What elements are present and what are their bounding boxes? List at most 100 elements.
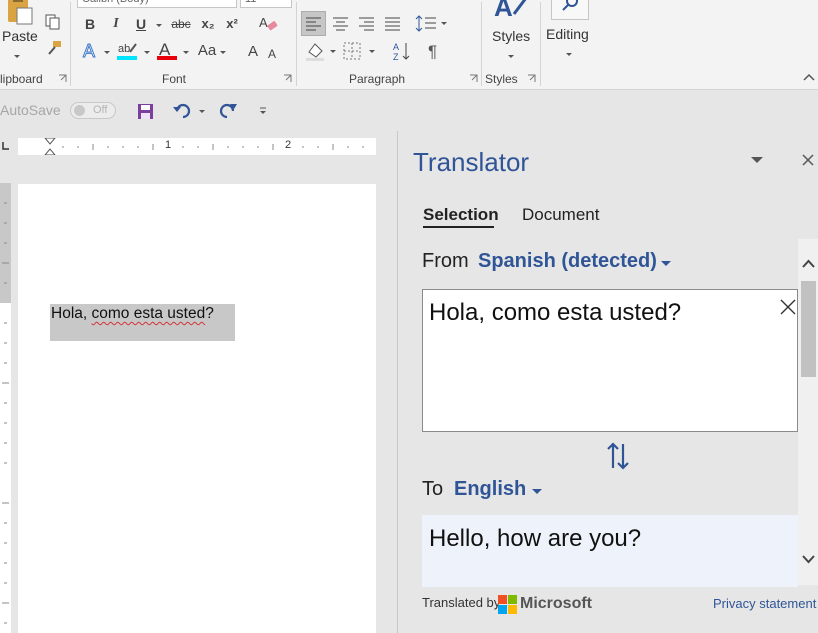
tab-document[interactable]: Document <box>522 205 599 225</box>
autosave-state: Off <box>93 104 108 116</box>
translated-by-label: Translated by <box>422 595 501 610</box>
selected-text-part-3: ? <box>205 305 214 322</box>
strikethrough-button[interactable]: abc <box>168 15 194 33</box>
find-icon[interactable] <box>551 0 589 20</box>
swap-languages-icon[interactable] <box>605 441 631 471</box>
text-effects-icon[interactable]: A <box>82 41 100 61</box>
justify-icon[interactable] <box>381 12 404 35</box>
font-size-box[interactable]: 11 <box>240 0 292 8</box>
paragraph-launcher-icon[interactable] <box>469 74 478 83</box>
scroll-down-icon[interactable] <box>801 554 816 564</box>
from-label: From <box>422 250 469 272</box>
align-center-icon[interactable] <box>329 12 352 35</box>
horizontal-ruler[interactable]: 1 2 <box>18 138 376 155</box>
tab-selection[interactable]: Selection <box>423 205 499 225</box>
microsoft-logo-icon <box>498 595 517 614</box>
collapse-ribbon-icon[interactable] <box>802 72 816 82</box>
document-area: 1 2 Hola, como esta usted? <box>0 131 397 633</box>
styles-launcher-icon[interactable] <box>527 74 536 83</box>
borders-icon[interactable] <box>342 41 364 61</box>
document-page[interactable]: Hola, como esta usted? <box>18 184 376 633</box>
pane-scrollbar[interactable] <box>798 239 818 585</box>
vertical-ruler[interactable] <box>0 183 11 633</box>
paste-button-label[interactable]: Paste <box>2 28 38 44</box>
scroll-thumb[interactable] <box>801 281 816 377</box>
clear-formatting-icon[interactable]: A <box>258 14 280 34</box>
to-language-dropdown[interactable]: English <box>454 478 526 501</box>
show-formatting-marks-icon[interactable]: ¶ <box>427 41 443 61</box>
font-launcher-icon[interactable] <box>283 74 292 83</box>
editing-button-label[interactable]: Editing <box>546 26 589 42</box>
clipboard-launcher-icon[interactable] <box>58 74 67 83</box>
selected-document-text[interactable]: Hola, como esta usted? <box>50 304 235 341</box>
redo-icon[interactable] <box>218 102 238 120</box>
sort-icon[interactable]: AZ <box>391 40 413 62</box>
highlight-color-icon[interactable]: ab <box>116 40 140 62</box>
styles-button-label[interactable]: Styles <box>492 28 530 44</box>
underline-dropdown-arrow[interactable] <box>156 24 162 27</box>
translated-text-box[interactable]: Hello, how are you? <box>422 515 798 587</box>
grow-font-button[interactable]: A <box>246 43 260 61</box>
autosave-toggle-knob <box>74 105 85 116</box>
svg-text:A: A <box>83 41 95 61</box>
source-text-box[interactable]: Hola, como esta usted? <box>422 289 798 432</box>
ribbon: Paste lipboard Calibri (Body) 11 B I U a… <box>0 0 818 90</box>
styles-icon[interactable]: A <box>494 0 530 24</box>
quick-access-toolbar: AutoSave Off <box>0 91 818 131</box>
shading-dropdown-arrow[interactable] <box>330 50 336 53</box>
line-spacing-icon[interactable] <box>414 12 440 35</box>
font-color-icon[interactable]: A <box>156 40 178 62</box>
from-language-dropdown[interactable]: Spanish (detected) <box>478 250 657 273</box>
microsoft-wordmark: Microsoft <box>520 595 592 612</box>
bullets-icon[interactable] <box>302 0 362 4</box>
subscript-button[interactable]: x₂ <box>198 15 218 33</box>
line-spacing-dropdown-arrow[interactable] <box>441 22 447 25</box>
clear-source-icon[interactable] <box>780 299 796 315</box>
scroll-up-icon[interactable] <box>801 259 816 269</box>
bold-button[interactable]: B <box>82 15 98 33</box>
font-color-dropdown-arrow[interactable] <box>183 51 189 54</box>
superscript-button[interactable]: x² <box>222 15 242 33</box>
customize-qat-icon[interactable] <box>258 107 268 115</box>
change-case-dropdown-arrow[interactable] <box>220 51 226 54</box>
format-painter-icon[interactable] <box>45 40 63 56</box>
to-language-caret-icon[interactable] <box>532 489 542 494</box>
selected-text-spellcheck: como esta usted <box>91 305 206 322</box>
svg-text:A: A <box>494 0 513 22</box>
align-right-icon[interactable] <box>355 12 378 35</box>
font-name-box[interactable]: Calibri (Body) <box>77 0 237 8</box>
editing-dropdown-arrow[interactable] <box>566 53 572 56</box>
translator-pane: Translator Selection Document From Spani… <box>397 131 818 633</box>
paste-dropdown-arrow[interactable] <box>14 55 20 58</box>
close-icon[interactable] <box>801 153 815 167</box>
copy-icon[interactable] <box>44 14 62 30</box>
from-language-caret-icon[interactable] <box>661 261 671 266</box>
tab-selection-underline <box>423 226 494 228</box>
styles-group-label: Styles <box>485 72 518 86</box>
paragraph-group-label: Paragraph <box>349 72 406 86</box>
tab-selector-icon[interactable] <box>0 138 12 154</box>
clipboard-group-label: lipboard <box>0 72 43 86</box>
align-left-icon[interactable] <box>301 11 326 36</box>
svg-text:A: A <box>259 15 268 30</box>
to-label: To <box>422 478 444 500</box>
highlight-dropdown-arrow[interactable] <box>144 51 150 54</box>
privacy-statement-link[interactable]: Privacy statement <box>713 596 816 611</box>
text-effects-dropdown-arrow[interactable] <box>104 51 110 54</box>
borders-dropdown-arrow[interactable] <box>369 50 375 53</box>
paste-icon[interactable] <box>4 0 34 26</box>
source-text: Hola, como esta usted? <box>429 299 682 326</box>
shrink-font-button[interactable]: A <box>266 45 278 63</box>
styles-dropdown-arrow[interactable] <box>508 55 514 58</box>
svg-text:A: A <box>393 42 399 52</box>
pane-options-icon[interactable] <box>750 155 764 165</box>
undo-icon[interactable] <box>172 102 192 120</box>
italic-button[interactable]: I <box>108 15 124 33</box>
shading-icon[interactable] <box>304 40 328 62</box>
underline-button[interactable]: U <box>133 15 149 33</box>
save-icon[interactable] <box>137 103 154 120</box>
change-case-button[interactable]: Aa <box>196 42 218 60</box>
translated-text: Hello, how are you? <box>429 525 642 552</box>
undo-dropdown-arrow[interactable] <box>199 110 205 113</box>
autosave-toggle[interactable]: Off <box>70 102 116 119</box>
